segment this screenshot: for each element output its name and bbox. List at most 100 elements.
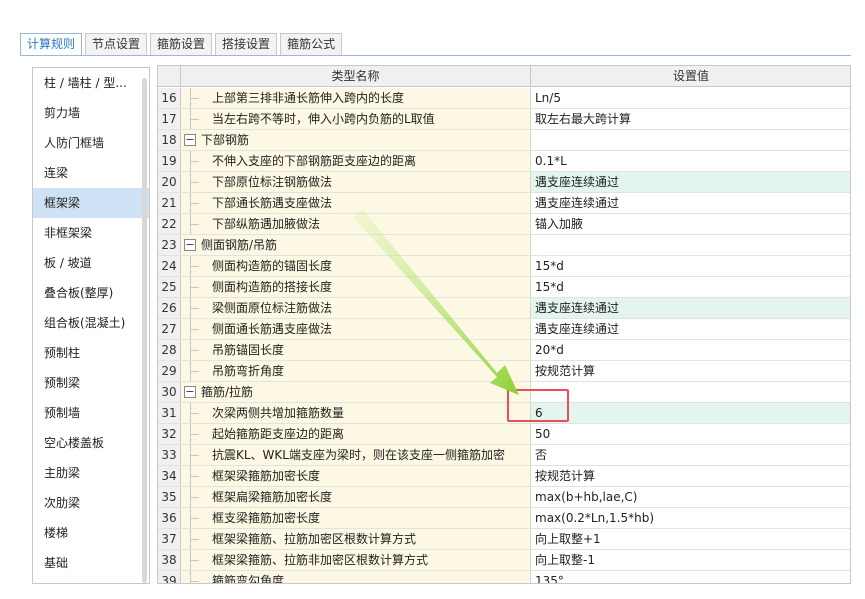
tree-branch — [190, 539, 199, 540]
row-number: 24 — [158, 256, 181, 276]
row-name: 箍筋弯勾角度 — [212, 574, 285, 584]
table-row[interactable]: 21 下部通长筋遇支座做法 遇支座连续通过 — [158, 193, 850, 214]
row-name: 框架梁箍筋加密长度 — [212, 469, 321, 483]
row-name-cell: 吊筋弯折角度 — [181, 361, 531, 381]
table-row[interactable]: 24 侧面构造筋的锚固长度 15*d — [158, 256, 850, 277]
grid-header-name: 类型名称 — [181, 66, 531, 86]
group-row[interactable]: 18− 下部钢筋 — [158, 130, 850, 151]
sidebar-scrollbar[interactable] — [142, 78, 147, 583]
row-value[interactable]: 向上取整-1 — [531, 550, 850, 570]
row-name-cell: 框架梁箍筋、拉筋加密区根数计算方式 — [181, 529, 531, 549]
table-row[interactable]: 16 上部第三排非通长筋伸入跨内的长度 Ln/5 — [158, 88, 850, 109]
row-name-cell: 侧面构造筋的锚固长度 — [181, 256, 531, 276]
table-row[interactable]: 27 侧面通长筋遇支座做法 遇支座连续通过 — [158, 319, 850, 340]
table-row[interactable]: 36 框支梁箍筋加密长度 max(0.2*Ln,1.5*hb) — [158, 508, 850, 529]
tree-branch — [190, 98, 199, 99]
row-value[interactable]: 50 — [531, 424, 850, 444]
sidebar-item[interactable]: 柱 / 墙柱 / 型... — [33, 68, 149, 98]
row-name: 侧面构造筋的锚固长度 — [212, 259, 333, 273]
row-value[interactable]: 按规范计算 — [531, 466, 850, 486]
row-value[interactable]: 20*d — [531, 340, 850, 360]
sidebar-item[interactable]: 叠合板(整厚) — [33, 278, 149, 308]
row-value[interactable]: max(b+hb,lae,C) — [531, 487, 850, 507]
row-value[interactable]: 遇支座连续通过 — [531, 172, 850, 192]
row-value[interactable] — [531, 382, 850, 402]
row-value[interactable]: 按规范计算 — [531, 361, 850, 381]
sidebar-item[interactable]: 连梁 — [33, 158, 149, 188]
collapse-icon[interactable]: − — [184, 239, 196, 251]
sidebar-item[interactable]: 次肋梁 — [33, 488, 149, 518]
row-number: 23 — [158, 235, 181, 255]
row-value[interactable]: 15*d — [531, 277, 850, 297]
row-value[interactable]: 0.1*L — [531, 151, 850, 171]
sidebar-item[interactable]: 非框架梁 — [33, 218, 149, 248]
tab-2[interactable]: 箍筋设置 — [150, 33, 213, 55]
row-value[interactable]: 135° — [531, 571, 850, 583]
grid-header-value: 设置值 — [672, 69, 709, 83]
table-row[interactable]: 35 框架扁梁箍筋加密长度 max(b+hb,lae,C) — [158, 487, 850, 508]
row-number: 25 — [158, 277, 181, 297]
row-value[interactable]: 6 — [531, 403, 850, 423]
row-number: 27 — [158, 319, 181, 339]
sidebar-item[interactable]: 人防门框墙 — [33, 128, 149, 158]
sidebar-item[interactable]: 剪力墙 — [33, 98, 149, 128]
row-value[interactable]: 遇支座连续通过 — [531, 193, 850, 213]
row-value[interactable] — [531, 235, 850, 255]
sidebar-item[interactable]: 预制柱 — [33, 338, 149, 368]
group-row[interactable]: 30− 箍筋/拉筋 — [158, 382, 850, 403]
table-row[interactable]: 20 下部原位标注钢筋做法 遇支座连续通过 — [158, 172, 850, 193]
table-row[interactable]: 26 梁侧面原位标注筋做法 遇支座连续通过 — [158, 298, 850, 319]
sidebar-item[interactable]: 板 / 坡道 — [33, 248, 149, 278]
sidebar-item[interactable]: 预制梁 — [33, 368, 149, 398]
row-number: 39 — [158, 571, 181, 583]
sidebar-item[interactable]: 预制墙 — [33, 398, 149, 428]
tree-branch — [190, 476, 199, 477]
tab-4[interactable]: 箍筋公式 — [280, 33, 343, 55]
table-row[interactable]: 39 箍筋弯勾角度 135° — [158, 571, 850, 584]
tab-0[interactable]: 计算规则 — [20, 33, 83, 56]
row-number: 31 — [158, 403, 181, 423]
group-label: 下部钢筋 — [201, 133, 250, 147]
row-name: 下部纵筋遇加腋做法 — [212, 217, 321, 231]
tab-1[interactable]: 节点设置 — [85, 33, 148, 55]
table-row[interactable]: 31 次梁两侧共增加箍筋数量 6 — [158, 403, 850, 424]
sidebar-item[interactable]: 组合板(混凝土) — [33, 308, 149, 338]
row-value[interactable] — [531, 130, 850, 150]
table-row[interactable]: 38 框架梁箍筋、拉筋非加密区根数计算方式 向上取整-1 — [158, 550, 850, 571]
row-value[interactable]: 锚入加腋 — [531, 214, 850, 234]
row-value[interactable]: Ln/5 — [531, 88, 850, 108]
sidebar-item[interactable]: 主肋梁 — [33, 458, 149, 488]
row-name-cell: 梁侧面原位标注筋做法 — [181, 298, 531, 318]
table-row[interactable]: 28 吊筋锚固长度 20*d — [158, 340, 850, 361]
table-row[interactable]: 37 框架梁箍筋、拉筋加密区根数计算方式 向上取整+1 — [158, 529, 850, 550]
tree-branch — [190, 497, 199, 498]
row-number: 37 — [158, 529, 181, 549]
table-row[interactable]: 33 抗震KL、WKL端支座为梁时，则在该支座一侧箍筋加密 否 — [158, 445, 850, 466]
table-row[interactable]: 19 不伸入支座的下部钢筋距支座边的距离 0.1*L — [158, 151, 850, 172]
row-name-cell: 下部原位标注钢筋做法 — [181, 172, 531, 192]
row-value[interactable]: 遇支座连续通过 — [531, 319, 850, 339]
row-value[interactable]: 取左右最大跨计算 — [531, 109, 850, 129]
table-row[interactable]: 34 框架梁箍筋加密长度 按规范计算 — [158, 466, 850, 487]
row-value[interactable]: 否 — [531, 445, 850, 465]
table-row[interactable]: 22 下部纵筋遇加腋做法 锚入加腋 — [158, 214, 850, 235]
table-row[interactable]: 29 吊筋弯折角度 按规范计算 — [158, 361, 850, 382]
collapse-icon[interactable]: − — [184, 386, 196, 398]
table-row[interactable]: 25 侧面构造筋的搭接长度 15*d — [158, 277, 850, 298]
group-row[interactable]: 23− 侧面钢筋/吊筋 — [158, 235, 850, 256]
table-row[interactable]: 32 起始箍筋距支座边的距离 50 — [158, 424, 850, 445]
collapse-icon[interactable]: − — [184, 134, 196, 146]
tab-3[interactable]: 搭接设置 — [215, 33, 278, 55]
sidebar-item[interactable]: 空心楼盖板 — [33, 428, 149, 458]
tab-divider — [20, 55, 851, 56]
sidebar-item[interactable]: 楼梯 — [33, 518, 149, 548]
row-name-cell: 框架梁箍筋加密长度 — [181, 466, 531, 486]
table-row[interactable]: 17 当左右跨不等时，伸入小跨内负筋的L取值 取左右最大跨计算 — [158, 109, 850, 130]
row-value[interactable]: 遇支座连续通过 — [531, 298, 850, 318]
sidebar-item[interactable]: 框架梁 — [33, 188, 149, 218]
sidebar-item[interactable]: 基础 — [33, 548, 149, 578]
row-name-cell: 框架梁箍筋、拉筋非加密区根数计算方式 — [181, 550, 531, 570]
row-value[interactable]: 15*d — [531, 256, 850, 276]
row-value[interactable]: 向上取整+1 — [531, 529, 850, 549]
row-value[interactable]: max(0.2*Ln,1.5*hb) — [531, 508, 850, 528]
